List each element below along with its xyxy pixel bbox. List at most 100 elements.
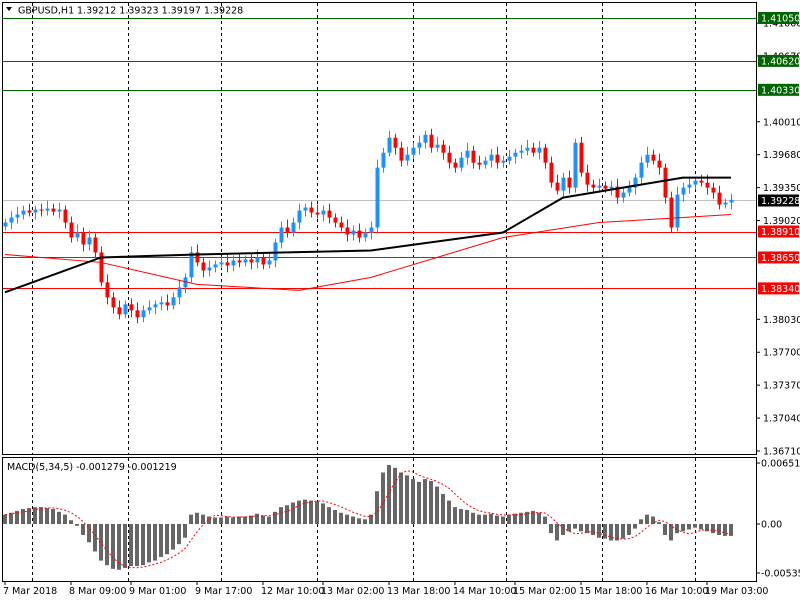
resistance-level-label: 1.41050 <box>761 14 800 25</box>
candle-body <box>123 304 128 315</box>
macd-y-tick-label: -0.005353 <box>761 569 800 580</box>
macd-histogram-bar <box>153 524 157 561</box>
candle-body <box>333 217 338 223</box>
macd-histogram-bar <box>627 524 631 535</box>
candle-body <box>231 260 236 266</box>
macd-histogram-bar <box>651 516 655 524</box>
x-tick-label: 16 Mar 10:00 <box>645 586 708 597</box>
macd-histogram-bar <box>51 509 55 524</box>
x-tick-label: 15 Mar 02:00 <box>513 586 576 597</box>
candle-body <box>699 180 704 183</box>
macd-histogram-bar <box>375 491 379 524</box>
macd-histogram-bar <box>195 512 199 524</box>
candle-body <box>219 262 224 265</box>
macd-histogram-bar <box>387 465 391 524</box>
macd-histogram-bar <box>297 500 301 524</box>
macd-histogram-bar <box>459 509 463 524</box>
macd-histogram-bar <box>345 514 349 524</box>
macd-histogram-bar <box>321 503 325 524</box>
macd-histogram-bar <box>189 514 193 524</box>
macd-histogram-bar <box>237 516 241 524</box>
candle-body <box>579 142 584 173</box>
macd-histogram-bar <box>399 472 403 524</box>
macd-histogram-bar <box>555 524 559 541</box>
candle-body <box>585 172 590 185</box>
macd-histogram-bar <box>147 524 151 563</box>
candle-body <box>525 147 530 151</box>
candle-body <box>429 134 434 148</box>
candle-body <box>261 257 266 265</box>
macd-histogram-bar <box>633 524 637 529</box>
macd-histogram-bar <box>723 524 727 536</box>
candle-body <box>423 134 428 143</box>
candle-body <box>519 150 524 153</box>
candle-body <box>111 297 116 308</box>
y-tick-label: 1.40010 <box>763 117 800 128</box>
y-tick-label: 1.39680 <box>763 150 800 161</box>
trading-chart[interactable]: 1.410001.406701.400101.396801.393501.390… <box>0 0 800 600</box>
macd-histogram-bar <box>231 517 235 524</box>
candle-body <box>435 144 440 148</box>
macd-histogram-bar <box>309 500 313 524</box>
candle-body <box>669 197 674 228</box>
candle-body <box>339 222 344 228</box>
candle-body <box>45 208 50 211</box>
support-level-label: 1.38650 <box>761 253 800 264</box>
candle-body <box>81 232 86 245</box>
macd-histogram-bar <box>123 524 127 568</box>
candle-body <box>243 259 248 263</box>
macd-histogram-bar <box>327 507 331 524</box>
candle-body <box>279 227 284 243</box>
y-tick-label: 1.37370 <box>763 381 800 392</box>
candle-body <box>471 150 476 163</box>
macd-histogram-bar <box>597 524 601 538</box>
macd-histogram-bar <box>45 508 49 524</box>
macd-histogram-bar <box>255 513 259 524</box>
candle-body <box>681 187 686 195</box>
candle-body <box>729 199 734 203</box>
candle-body <box>411 147 416 155</box>
x-tick-label: 8 Mar 09:00 <box>69 586 126 597</box>
candle-body <box>309 207 314 213</box>
candle-body <box>153 304 158 308</box>
macd-histogram-bar <box>657 522 661 524</box>
macd-histogram-bar <box>357 518 361 524</box>
candle-body <box>375 167 380 228</box>
candle-body <box>723 202 728 205</box>
support-level-label: 1.38340 <box>761 284 800 295</box>
macd-histogram-bar <box>489 513 493 524</box>
macd-histogram-bar <box>141 524 145 566</box>
x-tick-label: 12 Mar 10:00 <box>261 586 324 597</box>
candle-body <box>21 210 26 215</box>
candle-body <box>675 194 680 228</box>
candle-body <box>351 230 356 235</box>
x-tick-label: 19 Mar 03:00 <box>705 586 768 597</box>
candle-body <box>705 182 710 188</box>
macd-histogram-bar <box>561 524 565 535</box>
candle-body <box>75 232 80 238</box>
macd-histogram-bar <box>135 524 139 567</box>
candle-body <box>63 209 68 223</box>
macd-histogram-bar <box>663 524 667 535</box>
macd-histogram-bar <box>393 467 397 524</box>
macd-histogram-bar <box>483 514 487 524</box>
candle-body <box>321 210 326 215</box>
macd-histogram-bar <box>171 524 175 550</box>
candle-body <box>171 297 176 306</box>
macd-histogram-bar <box>465 509 469 524</box>
macd-histogram-bar <box>681 524 685 532</box>
macd-histogram-bar <box>9 512 13 524</box>
macd-histogram-bar <box>21 509 25 524</box>
candle-body <box>57 209 62 212</box>
candle-body <box>39 209 44 211</box>
candle-body <box>531 147 536 153</box>
macd-y-tick-label: 0.00 <box>761 520 782 531</box>
candle-body <box>225 262 230 266</box>
candle-body <box>267 260 272 265</box>
macd-histogram-bar <box>417 481 421 524</box>
candle-body <box>627 187 632 193</box>
support-level-label: 1.38910 <box>761 227 800 238</box>
macd-histogram-bar <box>621 524 625 539</box>
candle-body <box>603 185 608 189</box>
candle-body <box>447 152 452 163</box>
